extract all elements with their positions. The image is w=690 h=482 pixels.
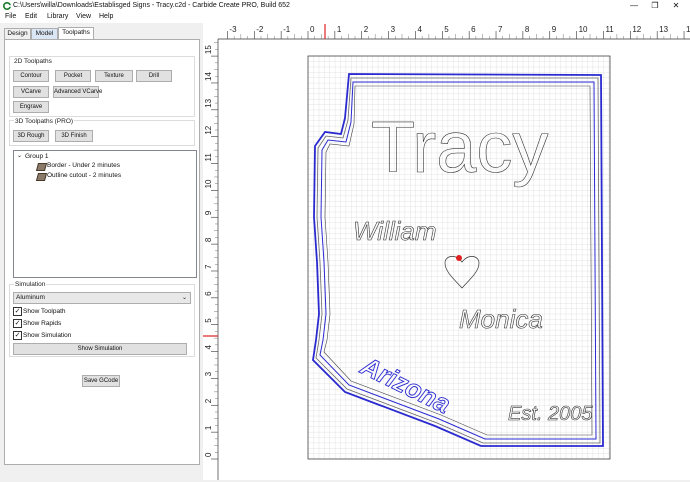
material-select[interactable]: Aluminum ⌄ [13, 292, 191, 304]
toolpath-icon [35, 173, 48, 181]
x-ruler-tick-label: 4 [417, 25, 422, 34]
x-ruler-tick-label: 2 [364, 25, 369, 34]
show-simulation-button[interactable]: Show Simulation [13, 343, 187, 355]
title-bar: C:\Users\willa\Downloads\Establisged Sig… [0, 0, 690, 12]
show-simulation-checkbox[interactable]: ✓ [13, 331, 22, 340]
menu-edit[interactable]: Edit [25, 13, 37, 20]
engrave-button[interactable]: Engrave [13, 101, 49, 113]
x-ruler-tick-label: 9 [552, 25, 557, 34]
tab-model[interactable]: Model [31, 28, 58, 39]
y-ruler-tick-label: 5 [204, 318, 213, 323]
tree-item-outline[interactable]: Outline cutout - 2 minutes [47, 172, 121, 179]
x-ruler-tick-label: 14 [686, 25, 690, 34]
y-ruler-tick-label: 3 [204, 371, 213, 376]
toolpaths-3d-label: 3D Toolpaths (PRO) [14, 118, 75, 125]
y-ruler-tick-label: 9 [204, 210, 213, 215]
x-ruler-tick-label: 5 [444, 25, 449, 34]
tree-group[interactable]: Group 1 [25, 153, 49, 160]
x-ruler-tick-label: 11 [605, 25, 614, 34]
tree-item-border[interactable]: Border - Under 2 minutes [47, 162, 120, 169]
y-ruler-tick-label: 10 [204, 179, 213, 188]
x-ruler-tick-label: 0 [310, 25, 315, 34]
x-ruler-tick-label: 12 [632, 25, 641, 34]
save-gcode-button[interactable]: Save GCode [82, 375, 120, 387]
x-ruler-tick-label: -2 [256, 25, 264, 34]
y-ruler-tick-label: 13 [204, 98, 213, 107]
design-canvas[interactable]: -3-2-101234567891011121314 1514131211109… [203, 22, 690, 480]
material-value: Aluminum [16, 294, 45, 301]
close-button[interactable]: ✕ [664, 0, 688, 12]
y-ruler-tick-label: 2 [204, 398, 213, 403]
3d-finish-button[interactable]: 3D Finish [55, 130, 93, 142]
canvas-svg[interactable]: -3-2-101234567891011121314 1514131211109… [203, 22, 690, 480]
window-title: C:\Users\willa\Downloads\Establisged Sig… [13, 2, 290, 9]
toolpath-icon [35, 163, 48, 171]
show-simulation-label: Show Simulation [23, 332, 72, 339]
toolpaths-panel: 2D Toolpaths Contour Pocket Texture Dril… [4, 39, 200, 465]
x-ruler-tick-label: 10 [579, 25, 588, 34]
show-rapids-label: Show Rapids [23, 320, 62, 327]
x-ruler-tick-label: 3 [391, 25, 396, 34]
y-ruler-tick-label: 6 [204, 291, 213, 296]
show-rapids-checkbox[interactable]: ✓ [13, 319, 22, 328]
y-ruler-tick-label: 8 [204, 237, 213, 242]
show-toolpath-checkbox[interactable]: ✓ [13, 307, 22, 316]
toolpaths-2d-label: 2D Toolpaths [14, 58, 52, 65]
x-ruler-tick-label: -1 [283, 25, 291, 34]
x-ruler-tick-label: 7 [498, 25, 503, 34]
drill-button[interactable]: Drill [136, 70, 172, 82]
chevron-down-icon: ⌄ [181, 295, 187, 301]
advanced-vcarve-button[interactable]: Advanced VCarve [53, 86, 102, 98]
tab-design[interactable]: Design [4, 28, 31, 39]
show-toolpath-label: Show Toolpath [23, 308, 66, 315]
y-ruler-tick-label: 11 [204, 153, 213, 162]
y-ruler-tick-label: 0 [204, 452, 213, 457]
y-ruler-tick-label: 12 [204, 125, 213, 134]
name-text-tracy[interactable]: Tracy [371, 108, 549, 189]
x-ruler-tick-label: 13 [659, 25, 668, 34]
x-ruler-tick-label: 6 [471, 25, 476, 34]
carbide-app-icon [3, 2, 11, 10]
name-text-william[interactable]: William [353, 216, 437, 247]
toolpath-tree[interactable]: ⌄ Group 1 Border - Under 2 minutes Outli… [13, 150, 197, 278]
y-ruler-tick-label: 14 [204, 72, 213, 81]
expand-chevron-icon[interactable]: ⌄ [17, 152, 22, 159]
vcarve-button[interactable]: VCarve [13, 86, 49, 98]
menu-library[interactable]: Library [47, 13, 68, 20]
menu-file[interactable]: File [5, 13, 16, 20]
texture-button[interactable]: Texture [95, 70, 133, 82]
name-text-monica[interactable]: Monica [459, 304, 543, 335]
y-ruler-tick-label: 7 [204, 264, 213, 269]
menu-view[interactable]: View [76, 13, 91, 20]
y-ruler-tick-label: 1 [204, 425, 213, 430]
established-text[interactable]: Est. 2005 [508, 403, 594, 426]
y-ruler-tick-label: 15 [204, 45, 213, 54]
y-ruler-tick-label: 4 [204, 345, 213, 350]
heart-marker-icon [456, 255, 462, 261]
contour-button[interactable]: Contour [13, 70, 49, 82]
simulation-label: Simulation [14, 281, 47, 288]
3d-rough-button[interactable]: 3D Rough [13, 130, 49, 142]
x-ruler-tick-label: 8 [525, 25, 530, 34]
x-ruler-tick-label: 1 [337, 25, 342, 34]
x-ruler-tick-label: -3 [229, 25, 237, 34]
pocket-button[interactable]: Pocket [55, 70, 91, 82]
menu-help[interactable]: Help [99, 13, 113, 20]
